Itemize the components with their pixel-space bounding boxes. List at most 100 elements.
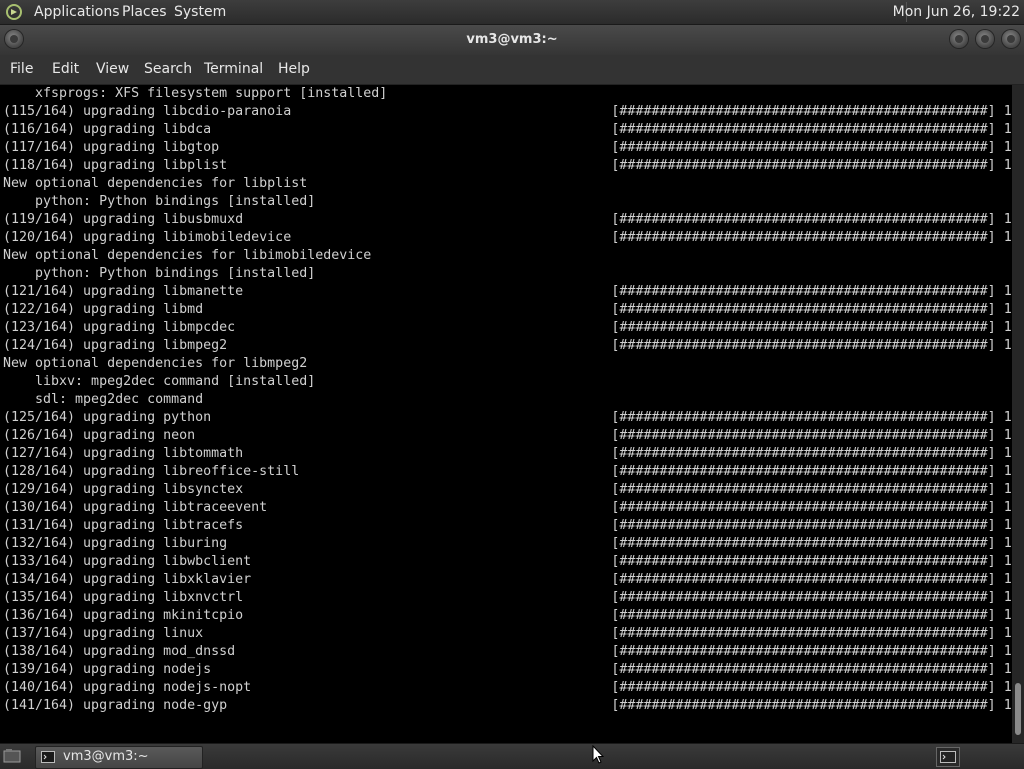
progress-bar: [#######################################… xyxy=(611,590,996,605)
terminal-line-text: (123/164) upgrading libmpcdec xyxy=(3,320,236,335)
menu-edit[interactable]: Edit xyxy=(52,61,79,77)
applications-menu[interactable]: Applications xyxy=(34,4,120,20)
terminal-line-text: New optional dependencies for libplist xyxy=(3,176,308,191)
menu-terminal[interactable]: Terminal xyxy=(204,61,263,77)
progress-bar: [#######################################… xyxy=(611,230,996,245)
terminal-progress-line: (135/164) upgrading libxnvctrl [########… xyxy=(3,589,1012,607)
menu-search[interactable]: Search xyxy=(144,61,192,77)
menu-help[interactable]: Help xyxy=(278,61,310,77)
terminal-line-text: (122/164) upgrading libmd xyxy=(3,302,204,317)
terminal-line-text: (125/164) upgrading python xyxy=(3,410,212,425)
progress-bar: [#######################################… xyxy=(611,608,996,623)
terminal-line: python: Python bindings [installed] xyxy=(3,265,1012,283)
progress-bar: [#######################################… xyxy=(611,698,996,713)
terminal-line-text: (116/164) upgrading libdca xyxy=(3,122,212,137)
terminal-progress-line: (124/164) upgrading libmpeg2 [##########… xyxy=(3,337,1012,355)
progress-percent: 100% xyxy=(1003,482,1012,497)
progress-bar: [#######################################… xyxy=(611,536,996,551)
terminal-line: libxv: mpeg2dec command [installed] xyxy=(3,373,1012,391)
terminal-icon xyxy=(41,751,55,763)
terminal-line-text: (132/164) upgrading liburing xyxy=(3,536,228,551)
workspace-switcher[interactable] xyxy=(936,747,960,767)
progress-percent: 100% xyxy=(1003,680,1012,695)
gnome-foot-icon[interactable] xyxy=(5,3,23,21)
close-icon[interactable] xyxy=(1002,30,1020,48)
terminal-line-text: (140/164) upgrading nodejs-nopt xyxy=(3,680,252,695)
terminal-line-text: New optional dependencies for libmpeg2 xyxy=(3,356,308,371)
progress-bar: [#######################################… xyxy=(611,338,996,353)
terminal-line-text: libxv: mpeg2dec command [installed] xyxy=(3,374,316,389)
taskbar-item-terminal[interactable]: vm3@vm3:~ xyxy=(35,746,203,769)
terminal-progress-line: (138/164) upgrading mod_dnssd [#########… xyxy=(3,643,1012,661)
terminal-progress-line: (120/164) upgrading libimobiledevice [##… xyxy=(3,229,1012,247)
terminal-progress-line: (121/164) upgrading libmanette [########… xyxy=(3,283,1012,301)
terminal-line-text: (138/164) upgrading mod_dnssd xyxy=(3,644,236,659)
terminal-line-text: (117/164) upgrading libgtop xyxy=(3,140,220,155)
terminal-scrollbar[interactable] xyxy=(1012,85,1024,743)
progress-bar: [#######################################… xyxy=(611,662,996,677)
system-menu[interactable]: System xyxy=(174,4,226,20)
window-title: vm3@vm3:~ xyxy=(466,32,558,47)
progress-percent: 100% xyxy=(1003,104,1012,119)
progress-percent: 100% xyxy=(1003,410,1012,425)
workspace-switcher-icon xyxy=(940,751,956,763)
minimize-icon[interactable] xyxy=(950,30,968,48)
terminal-line-text: (124/164) upgrading libmpeg2 xyxy=(3,338,228,353)
places-menu[interactable]: Places xyxy=(122,4,167,20)
progress-percent: 100% xyxy=(1003,140,1012,155)
progress-percent: 100% xyxy=(1003,536,1012,551)
terminal-progress-line: (132/164) upgrading liburing [##########… xyxy=(3,535,1012,553)
progress-bar: [#######################################… xyxy=(611,482,996,497)
terminal-progress-line: (131/164) upgrading libtracefs [########… xyxy=(3,517,1012,535)
terminal-progress-line: (129/164) upgrading libsynctex [########… xyxy=(3,481,1012,499)
progress-bar: [#######################################… xyxy=(611,500,996,515)
terminal-line: New optional dependencies for libmpeg2 xyxy=(3,355,1012,373)
terminal-progress-line: (115/164) upgrading libcdio-paranoia [##… xyxy=(3,103,1012,121)
progress-bar: [#######################################… xyxy=(611,122,996,137)
terminal-progress-line: (116/164) upgrading libdca [############… xyxy=(3,121,1012,139)
menu-file[interactable]: File xyxy=(10,61,33,77)
terminal-line-text: (139/164) upgrading nodejs xyxy=(3,662,212,677)
window-titlebar[interactable]: vm3@vm3:~ xyxy=(0,25,1024,55)
terminal-line-text: (120/164) upgrading libimobiledevice xyxy=(3,230,292,245)
terminal-line-text: (126/164) upgrading neon xyxy=(3,428,196,443)
terminal-menubar: File Edit View Search Terminal Help xyxy=(0,55,1024,85)
terminal-line: python: Python bindings [installed] xyxy=(3,193,1012,211)
terminal-progress-line: (125/164) upgrading python [############… xyxy=(3,409,1012,427)
progress-bar: [#######################################… xyxy=(611,644,996,659)
menu-view[interactable]: View xyxy=(96,61,129,77)
progress-percent: 100% xyxy=(1003,446,1012,461)
terminal-progress-line: (119/164) upgrading libusbmuxd [########… xyxy=(3,211,1012,229)
mouse-cursor xyxy=(592,745,604,764)
progress-bar: [#######################################… xyxy=(611,284,996,299)
progress-bar: [#######################################… xyxy=(611,302,996,317)
terminal-line: sdl: mpeg2dec command xyxy=(3,391,1012,409)
terminal-progress-line: (136/164) upgrading mkinitcpio [########… xyxy=(3,607,1012,625)
scrollbar-thumb[interactable] xyxy=(1015,683,1021,735)
progress-percent: 100% xyxy=(1003,158,1012,173)
top-panel: Applications Places System Mon Jun 26, 1… xyxy=(0,0,1024,25)
terminal-progress-line: (127/164) upgrading libtommath [########… xyxy=(3,445,1012,463)
progress-percent: 100% xyxy=(1003,590,1012,605)
progress-percent: 100% xyxy=(1003,122,1012,137)
terminal-output[interactable]: xfsprogs: XFS filesystem support [instal… xyxy=(0,85,1012,743)
clock[interactable]: Mon Jun 26, 19:22 xyxy=(893,4,1020,20)
terminal-line: xfsprogs: XFS filesystem support [instal… xyxy=(3,85,1012,103)
terminal-line: New optional dependencies for libplist xyxy=(3,175,1012,193)
terminal-progress-line: (128/164) upgrading libreoffice-still [#… xyxy=(3,463,1012,481)
terminal-line-text: (133/164) upgrading libwbclient xyxy=(3,554,252,569)
show-desktop-icon[interactable] xyxy=(3,748,21,764)
progress-bar: [#######################################… xyxy=(611,140,996,155)
progress-bar: [#######################################… xyxy=(611,446,996,461)
progress-bar: [#######################################… xyxy=(611,212,996,227)
terminal-line-text: (115/164) upgrading libcdio-paranoia xyxy=(3,104,292,119)
terminal-line-text: python: Python bindings [installed] xyxy=(3,194,316,209)
progress-percent: 100% xyxy=(1003,518,1012,533)
terminal-progress-line: (133/164) upgrading libwbclient [#######… xyxy=(3,553,1012,571)
progress-bar: [#######################################… xyxy=(611,410,996,425)
maximize-icon[interactable] xyxy=(976,30,994,48)
terminal-progress-line: (122/164) upgrading libmd [#############… xyxy=(3,301,1012,319)
terminal-line-text: (121/164) upgrading libmanette xyxy=(3,284,244,299)
terminal-line-text: (129/164) upgrading libsynctex xyxy=(3,482,244,497)
progress-percent: 100% xyxy=(1003,212,1012,227)
